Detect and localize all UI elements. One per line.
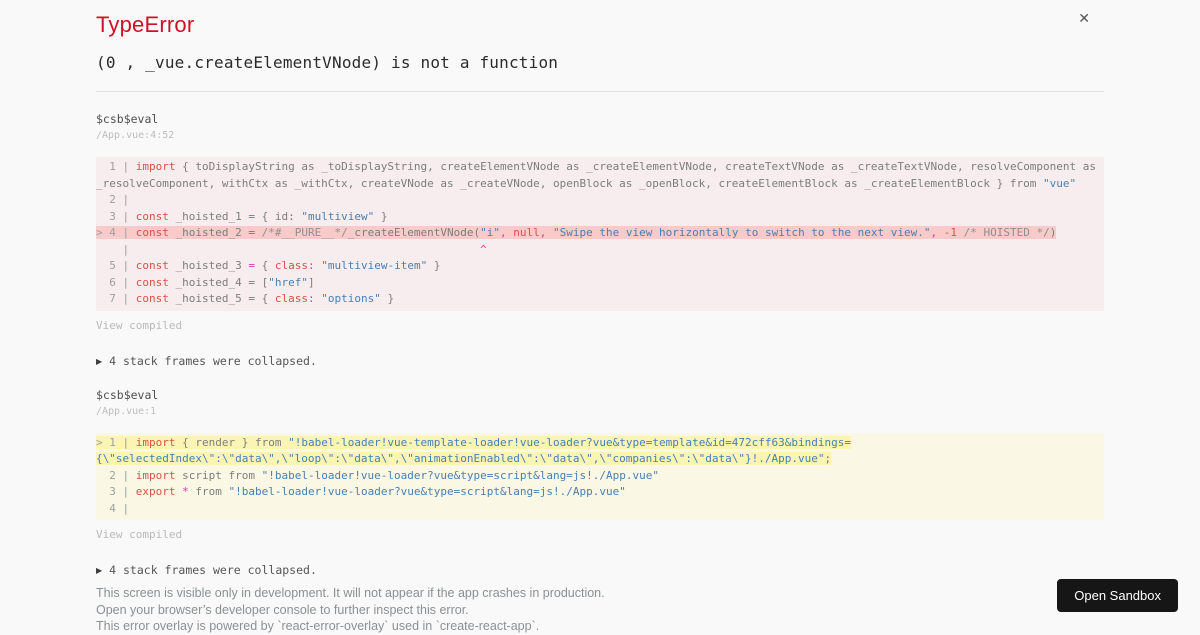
stack-frame: $csb$eval /App.vue:1 > 1 | import { rend…	[96, 388, 1104, 544]
code-line: _resolveComponent, withCtx as _withCtx, …	[96, 176, 1077, 190]
collapsed-frames-label: 4 stack frames were collapsed.	[109, 563, 317, 577]
expand-triangle-icon: ▶	[96, 356, 103, 366]
frame-source-location: /App.vue:1	[96, 405, 157, 417]
error-overlay: ✕ TypeError (0 , _vue.createElementVNode…	[96, 0, 1104, 635]
expand-triangle-icon: ▶	[96, 566, 103, 575]
footer-note: Open your browser’s developer console to…	[96, 602, 469, 617]
view-compiled-link[interactable]: View compiled	[96, 319, 182, 332]
code-line: > 1 | import { render } from "!babel-loa…	[96, 435, 852, 449]
error-title: TypeError	[96, 12, 195, 37]
collapsed-frames-toggle[interactable]: ▶ 4 stack frames were collapsed.	[96, 354, 1104, 368]
error-message: (0 , _vue.createElementVNode) is not a f…	[96, 53, 559, 72]
code-line: 3 | export * from "!babel-loader!vue-loa…	[96, 485, 626, 498]
footer-notes: This screen is visible only in developme…	[96, 585, 1104, 635]
footer-note: This screen is visible only in developme…	[96, 586, 605, 600]
collapsed-frames-toggle[interactable]: ▶ 4 stack frames were collapsed.	[96, 563, 1104, 577]
footer-note: This error overlay is powered by `react-…	[96, 619, 540, 634]
code-line: | ^	[96, 242, 487, 256]
open-sandbox-button[interactable]: Open Sandbox	[1057, 579, 1178, 612]
view-compiled-link[interactable]: View compiled	[96, 528, 182, 541]
divider	[96, 91, 1104, 92]
frame-function-name: $csb$eval	[96, 112, 159, 126]
frame-function-name: $csb$eval	[96, 387, 159, 402]
code-frame-yellow: > 1 | import { render } from "!babel-loa…	[96, 432, 1104, 520]
collapsed-frames-label: 4 stack frames were collapsed.	[109, 353, 317, 368]
code-line: > 4 | const _hoisted_2 = /*#__PURE__*/_c…	[96, 226, 1057, 239]
code-line: 7 | const _hoisted_5 = { class: "options…	[96, 292, 395, 305]
close-icon[interactable]: ✕	[1074, 8, 1094, 30]
code-line: 2 |	[96, 193, 136, 206]
code-line: 1 | import { toDisplayString as _toDispl…	[96, 160, 1097, 173]
code-frame-red: 1 | import { toDisplayString as _toDispl…	[96, 157, 1104, 311]
code-line: 6 | const _hoisted_4 = ["href"]	[96, 275, 315, 289]
code-line: 4 |	[96, 501, 136, 515]
frame-source-location: /App.vue:4:52	[96, 130, 175, 141]
stack-frame: $csb$eval /App.vue:4:52 1 | import { toD…	[96, 112, 1104, 334]
code-line: 5 | const _hoisted_3 = { class: "multivi…	[96, 259, 441, 272]
code-line: 3 | const _hoisted_1 = { id: "multiview"…	[96, 209, 388, 223]
code-line: {\"selectedIndex\":\"data\",\"loop\":\"d…	[96, 452, 832, 465]
code-line: 2 | import script from "!babel-loader!vu…	[96, 468, 659, 482]
